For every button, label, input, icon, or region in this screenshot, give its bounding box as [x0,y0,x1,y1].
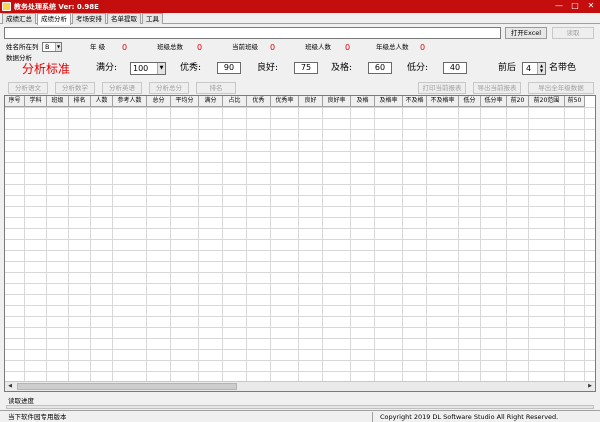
full-score-label: 满分: [96,63,118,73]
column-header[interactable]: 平均分 [171,96,199,107]
column-header[interactable]: 不及格 [403,96,427,107]
column-header[interactable]: 优秀 [247,96,271,107]
class-total-label: 班级总数 [157,43,183,51]
column-header[interactable]: 总分 [147,96,171,107]
current-class-value: 0 [270,43,276,52]
column-header[interactable]: 占比 [223,96,247,107]
tab-exam-arrangement[interactable]: 考场安排 [72,13,106,24]
close-button[interactable]: ✕ [584,1,598,11]
rank-button[interactable]: 排名 [196,82,236,94]
minimize-button[interactable]: — [552,1,566,11]
progress-label: 读取进度 [8,397,34,405]
column-header[interactable]: 良好率 [323,96,351,107]
column-header[interactable]: 良好 [299,96,323,107]
column-header[interactable]: 参考人数 [113,96,147,107]
column-header[interactable]: 优秀率 [271,96,299,107]
top-bottom-spinner[interactable]: 4 ▲ ▼ [522,62,546,75]
class-people-value: 0 [345,43,351,52]
top-bottom-value: 4 [526,64,532,73]
class-total-value: 0 [197,43,203,52]
column-header[interactable]: 及格率 [375,96,403,107]
full-score-value: 100 [133,64,149,73]
analyze-english-button[interactable]: 分析英语 [102,82,142,94]
name-column-select[interactable]: B ▼ [42,42,62,52]
title-bar: 教务处理系统 Ver: 0.98E — □ ✕ [0,0,600,13]
read-progress-bar [6,405,594,409]
tab-score-analysis[interactable]: 成绩分析 [37,13,71,25]
column-header[interactable]: 不及格率 [427,96,459,107]
column-header[interactable]: 及格 [351,96,375,107]
tab-score-summary[interactable]: 成绩汇总 [2,13,36,24]
pass-input[interactable]: 60 [368,62,392,74]
grade-people-label: 年级总人数 [376,43,409,51]
name-column-value: B [45,43,50,51]
good-input[interactable]: 75 [294,62,318,74]
full-score-select[interactable]: 100 ▼ [130,62,166,75]
column-header[interactable]: 班级 [47,96,69,107]
spin-down-icon[interactable]: ▼ [538,68,545,73]
analysis-group-title: 数据分析 [6,54,32,62]
scroll-left-icon[interactable]: ◀ [5,382,15,391]
scroll-right-icon[interactable]: ▶ [585,382,595,391]
status-divider [372,412,373,422]
grade-label: 年 级 [90,43,106,51]
analyze-total-button[interactable]: 分析总分 [149,82,189,94]
current-class-label: 当前班级 [232,43,258,51]
status-version: 当下软件园专用版本 [8,413,67,421]
file-path-input[interactable] [4,27,501,39]
column-header[interactable]: 前20范围 [529,96,565,107]
export-current-report-button[interactable]: 导出当前报表 [473,82,521,94]
column-header[interactable]: 前20 [507,96,529,107]
column-header[interactable]: 低分率 [481,96,507,107]
open-excel-button[interactable]: 打开Excel [505,27,547,39]
scrollbar-thumb[interactable] [17,383,237,390]
read-button[interactable]: 读取 [552,27,594,39]
column-header[interactable]: 排名 [69,96,91,107]
export-grade-data-button[interactable]: 导出全年级数据 [528,82,594,94]
status-copyright: Copyright 2019 DL Software Studio All Ri… [380,413,559,421]
excellent-input[interactable]: 90 [217,62,241,74]
horizontal-scrollbar[interactable]: ◀ ▶ [5,381,595,391]
grade-people-value: 0 [420,43,426,52]
column-header[interactable]: 低分 [459,96,481,107]
analyze-chinese-button[interactable]: 分析语文 [8,82,48,94]
low-score-label: 低分: [407,63,429,73]
top-bottom-label: 前后 [498,63,517,73]
column-header[interactable]: 序号 [5,96,25,107]
standard-title: 分析标准 [22,62,71,76]
analysis-grid[interactable]: 序号 学科 班级 排名 人数 参考人数 总分 平均分 满分 占比 优秀 优秀率 … [4,95,596,392]
top-bottom-suffix: 名带色 [549,63,577,73]
chevron-down-icon: ▼ [157,63,165,74]
grid-header: 序号 学科 班级 排名 人数 参考人数 总分 平均分 满分 占比 优秀 优秀率 … [5,96,585,107]
column-header[interactable]: 人数 [91,96,113,107]
tab-strip: 成绩汇总 成绩分析 考场安排 名单提取 工具 [0,13,600,25]
column-header[interactable]: 满分 [199,96,223,107]
name-column-label: 姓名所在列 [6,43,39,51]
column-header[interactable]: 学科 [25,96,47,107]
class-people-label: 班级人数 [305,43,331,51]
excellent-label: 优秀: [180,63,202,73]
grade-value: 0 [122,43,128,52]
pass-label: 及格: [331,63,353,73]
grid-rows[interactable] [5,107,595,381]
column-header[interactable]: 前50 [565,96,585,107]
print-current-report-button[interactable]: 打印当前报表 [418,82,466,94]
app-icon [2,2,11,11]
status-bar: 当下软件园专用版本 Copyright 2019 DL Software Stu… [0,410,600,422]
low-score-input[interactable]: 40 [443,62,467,74]
chevron-down-icon: ▼ [55,43,61,51]
window-title: 教务处理系统 Ver: 0.98E [14,2,99,11]
restore-button[interactable]: □ [568,1,582,11]
tab-list-extract[interactable]: 名单提取 [107,13,141,24]
tab-tools[interactable]: 工具 [142,13,163,24]
good-label: 良好: [257,63,279,73]
analyze-math-button[interactable]: 分析数学 [55,82,95,94]
